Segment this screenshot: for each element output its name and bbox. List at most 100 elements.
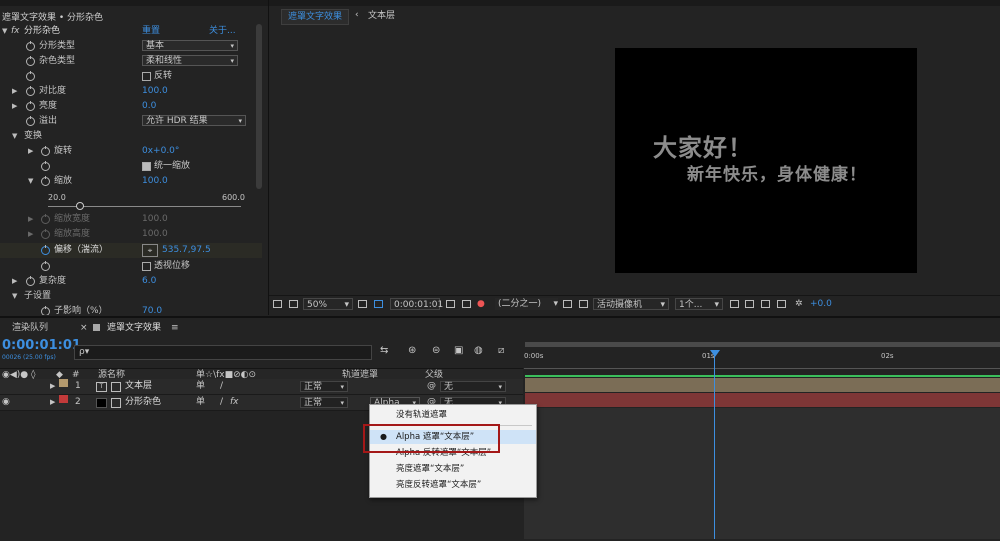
- reset-link[interactable]: 重置: [142, 24, 160, 39]
- color-channels-icon[interactable]: ●: [477, 296, 485, 313]
- close-icon[interactable]: ×: [80, 320, 88, 336]
- layer-duration-bar[interactable]: [525, 378, 1000, 392]
- toggle-pixel-icon[interactable]: [730, 300, 739, 308]
- menu-item-no-matte[interactable]: 没有轨道遮罩: [370, 408, 536, 422]
- grid-icon[interactable]: [358, 300, 367, 308]
- invert-checkbox[interactable]: [142, 72, 151, 81]
- expand-triangle-icon[interactable]: ▼: [12, 129, 17, 144]
- stopwatch-icon[interactable]: [41, 245, 50, 255]
- current-time-indicator[interactable]: [714, 352, 715, 539]
- noise-type-dropdown[interactable]: 柔和线性 ▾: [142, 55, 238, 66]
- perspective-checkbox[interactable]: [142, 262, 151, 271]
- fast-preview-icon[interactable]: [745, 300, 754, 308]
- stopwatch-icon[interactable]: [26, 71, 35, 81]
- tab-text-layer[interactable]: 文本层: [368, 9, 395, 23]
- quality-switch-icon[interactable]: /: [220, 395, 223, 410]
- tab-comp[interactable]: 遮罩文字效果: [107, 320, 161, 336]
- mask-outline-icon[interactable]: [374, 300, 383, 308]
- contrast-value[interactable]: 100.0: [142, 84, 168, 99]
- layer-search-input[interactable]: ρ▾: [74, 345, 372, 360]
- current-time[interactable]: 0:00:01:01: [2, 338, 81, 353]
- region-of-interest-icon[interactable]: [563, 300, 572, 308]
- crosshair-icon[interactable]: ⌖: [142, 244, 158, 257]
- fx-icon[interactable]: fx: [11, 24, 20, 39]
- timeline-icon[interactable]: [761, 300, 770, 308]
- stopwatch-icon[interactable]: [41, 176, 50, 186]
- stopwatch-icon[interactable]: [26, 116, 35, 126]
- composition-canvas[interactable]: 大家好！ 新年快乐，身体健康！: [615, 48, 917, 273]
- stopwatch-icon[interactable]: [41, 261, 50, 271]
- uniform-scale-checkbox[interactable]: [142, 162, 151, 171]
- fx-switch-icon[interactable]: fx: [230, 395, 239, 410]
- offset-value[interactable]: 535.7,97.5: [162, 243, 211, 258]
- sub-influence-value[interactable]: 70.0: [142, 304, 162, 315]
- complexity-value[interactable]: 6.0: [142, 274, 156, 289]
- group-transform[interactable]: ▼ 变换: [0, 129, 262, 144]
- parent-dropdown[interactable]: 无 ▾: [440, 381, 506, 392]
- layer-duration-bar[interactable]: [525, 393, 1000, 407]
- pickwhip-icon[interactable]: @: [427, 379, 436, 394]
- about-link[interactable]: 关于...: [209, 24, 236, 39]
- camera-icon[interactable]: [446, 300, 455, 308]
- monitor-icon[interactable]: [289, 300, 298, 308]
- timecode-field[interactable]: 0:00:01:01: [390, 298, 443, 310]
- blend-mode-dropdown[interactable]: 正常 ▾: [300, 381, 348, 392]
- scrollbar[interactable]: [256, 24, 262, 189]
- menu-icon[interactable]: ≡: [171, 320, 179, 336]
- eye-icon[interactable]: ◉: [2, 395, 10, 410]
- preview-icon[interactable]: [273, 300, 282, 308]
- expand-triangle-icon[interactable]: ▶: [50, 395, 55, 410]
- fractal-type-dropdown[interactable]: 基本 ▾: [142, 40, 238, 51]
- stopwatch-icon[interactable]: [26, 41, 35, 51]
- show-snapshot-icon[interactable]: [462, 300, 471, 308]
- layer-name[interactable]: 文本层: [125, 379, 152, 394]
- motion-blur-icon[interactable]: ◍: [474, 345, 483, 356]
- scale-value[interactable]: 100.0: [142, 174, 168, 189]
- shy-switch-icon[interactable]: 单: [196, 395, 205, 410]
- resolution-dropdown[interactable]: (二分之一) ▾: [495, 298, 558, 310]
- stopwatch-icon[interactable]: [26, 56, 35, 66]
- expand-triangle-icon[interactable]: ▶: [12, 274, 17, 289]
- frame-blend-icon[interactable]: ▣: [454, 345, 463, 356]
- effect-header-row[interactable]: ▼ fx 分形杂色 重置 关于...: [0, 24, 262, 39]
- layer-name[interactable]: 分形杂色: [125, 395, 161, 410]
- timeline-graph-area[interactable]: [524, 408, 1000, 539]
- overflow-dropdown[interactable]: 允许 HDR 结果 ▾: [142, 115, 246, 126]
- comp-mini-flowchart-icon[interactable]: ⇆: [380, 345, 388, 356]
- expand-triangle-icon[interactable]: ▶: [12, 84, 17, 99]
- draft-3d-icon[interactable]: ⊛: [408, 345, 416, 356]
- stopwatch-icon[interactable]: [26, 276, 35, 286]
- expand-triangle-icon[interactable]: ▶: [12, 99, 17, 114]
- time-ruler[interactable]: 0:00s 01s 02s: [524, 342, 1000, 378]
- menu-item-luma-matte[interactable]: 亮度遮罩“文本层”: [370, 462, 536, 476]
- expand-triangle-icon[interactable]: ▼: [28, 174, 33, 189]
- work-area-bar[interactable]: [525, 342, 1000, 347]
- shy-icon[interactable]: ⊜: [432, 345, 440, 356]
- stopwatch-icon[interactable]: [26, 86, 35, 96]
- expand-triangle-icon[interactable]: ▶: [28, 144, 33, 159]
- expand-triangle-icon[interactable]: ▶: [50, 379, 55, 394]
- stopwatch-icon[interactable]: [41, 306, 50, 315]
- group-sub-settings[interactable]: ▼ 子设置: [0, 289, 262, 304]
- stopwatch-icon[interactable]: [41, 146, 50, 156]
- shy-switch-icon[interactable]: 单: [196, 379, 205, 394]
- exposure-value[interactable]: +0.0: [810, 296, 832, 313]
- playhead-icon[interactable]: [710, 350, 720, 357]
- exposure-icon[interactable]: ✲: [795, 296, 803, 313]
- flowchart-icon[interactable]: [777, 300, 786, 308]
- stopwatch-icon[interactable]: [41, 161, 50, 171]
- scale-slider-thumb[interactable]: [76, 202, 84, 210]
- label-color-swatch[interactable]: [59, 395, 68, 403]
- chevron-left-icon[interactable]: ‹: [355, 10, 359, 20]
- expand-triangle-icon[interactable]: ▼: [12, 289, 17, 304]
- views-dropdown[interactable]: 1个... ▾: [675, 298, 723, 310]
- menu-item-luma-inverted-matte[interactable]: 亮度反转遮罩“文本层”: [370, 478, 536, 492]
- label-color-swatch[interactable]: [59, 379, 68, 387]
- expand-triangle-icon[interactable]: ▼: [2, 24, 7, 39]
- tab-render-queue[interactable]: 渲染队列: [12, 320, 48, 336]
- tab-comp-active[interactable]: 遮罩文字效果: [281, 9, 350, 25]
- blend-mode-dropdown[interactable]: 正常 ▾: [300, 397, 348, 408]
- brightness-value[interactable]: 0.0: [142, 99, 156, 114]
- zoom-dropdown[interactable]: 50% ▾: [303, 298, 353, 310]
- camera-dropdown[interactable]: 活动摄像机 ▾: [593, 298, 669, 310]
